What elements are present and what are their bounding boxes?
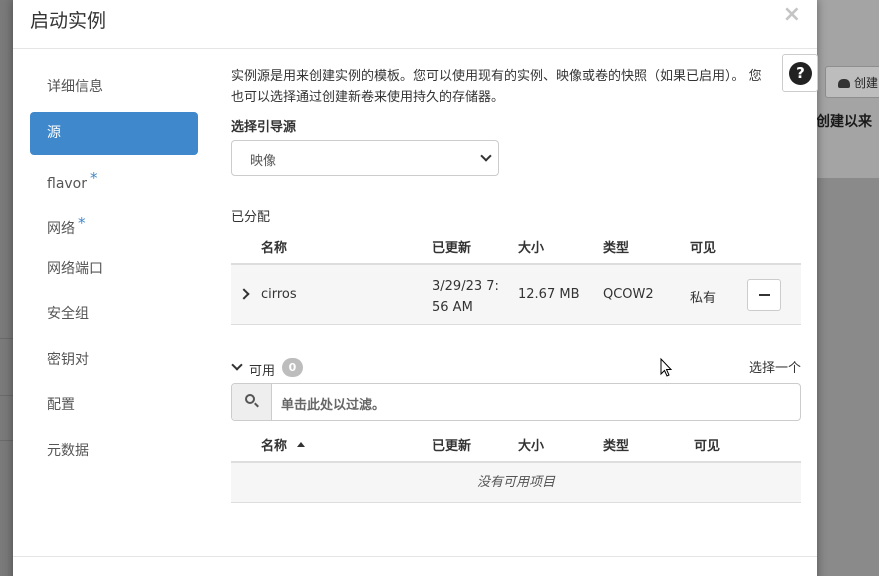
close-icon[interactable]: × [783, 2, 801, 27]
chevron-right-icon[interactable] [238, 288, 250, 300]
source-panel: 实例源是用来创建实例的模板。您可以使用现有的实例、映像或卷的快照（如果已启用）。… [231, 66, 801, 503]
modal-title: 启动实例 [30, 10, 107, 32]
background-text: 创建以来 [816, 114, 872, 130]
minus-icon [759, 294, 770, 296]
col-updated: 已更新 [432, 241, 472, 256]
col-name-sortable[interactable]: 名称 [261, 435, 306, 454]
row-updated: 3/29/23 7: 56 AM [432, 279, 499, 315]
col-type: 类型 [603, 439, 630, 454]
wizard-nav: 详细信息 源 flavor * 网络 * 网络端口 安全组 密钥对 配置 元数据 [30, 66, 198, 475]
boot-source-label: 选择引导源 [231, 120, 297, 135]
row-type: QCOW2 [603, 287, 654, 302]
nav-item-security-groups[interactable]: 安全组 [30, 293, 198, 339]
nav-item-flavor[interactable]: flavor * [30, 157, 198, 203]
chevron-down-icon[interactable] [231, 359, 243, 371]
available-label[interactable]: 可用 [249, 360, 275, 379]
search-addon [232, 384, 272, 420]
source-description: 实例源是用来创建实例的模板。您可以使用现有的实例、映像或卷的快照（如果已启用）。… [231, 69, 762, 105]
chevron-down-icon [480, 150, 492, 162]
filter-input[interactable]: 单击此处以过滤。 [231, 383, 801, 421]
row-visibility: 私有 [690, 291, 717, 306]
modal-header: 启动实例 × [13, 0, 817, 49]
select-one-text: 选择一个 [748, 361, 801, 376]
available-header: 可用 0 选择一个 [231, 357, 801, 383]
nav-item-configuration[interactable]: 配置 [30, 384, 198, 430]
col-size: 大小 [518, 439, 545, 454]
available-table-header: 名称 已更新 大小 类型 可见 [231, 423, 801, 463]
empty-message: 没有可用项目 [231, 463, 801, 503]
col-size: 大小 [518, 241, 545, 256]
allocated-label: 已分配 [231, 210, 271, 225]
allocated-table-header: 名称 已更新 大小 类型 可见 [231, 225, 801, 265]
nav-item-metadata[interactable]: 元数据 [30, 430, 198, 476]
allocated-table: 名称 已更新 大小 类型 可见 cirros 3/29/23 7: 56 AM 1… [231, 225, 801, 325]
deallocate-button[interactable] [747, 279, 781, 311]
background-create-button: 创建 [825, 66, 879, 98]
row-name: cirros [261, 287, 297, 302]
col-visibility: 可见 [690, 241, 717, 256]
required-mark: * [90, 168, 98, 187]
required-mark: * [78, 214, 86, 232]
col-visibility: 可见 [694, 439, 721, 454]
col-name: 名称 [261, 241, 288, 256]
nav-item-details[interactable]: 详细信息 [30, 66, 198, 112]
available-count-badge: 0 [282, 358, 303, 377]
launch-instance-modal: 启动实例 × 详细信息 源 flavor * 网络 * 网络端口 安全组 密钥对 配… [13, 0, 818, 576]
col-type: 类型 [603, 241, 630, 256]
nav-item-network[interactable]: 网络 * [30, 202, 198, 248]
modal-footer-divider [13, 556, 817, 557]
row-size: 12.67 MB [518, 287, 580, 302]
nav-item-source[interactable]: 源 [30, 111, 198, 155]
nav-item-network-ports[interactable]: 网络端口 [30, 248, 198, 294]
sort-up-icon [297, 442, 306, 447]
cloud-upload-icon [838, 79, 850, 88]
nav-item-key-pair[interactable]: 密钥对 [30, 339, 198, 385]
filter-placeholder: 单击此处以过滤。 [281, 398, 386, 413]
mouse-cursor-icon [660, 357, 673, 377]
available-table: 名称 已更新 大小 类型 可见 没有可用项目 [231, 423, 801, 503]
table-row: cirros 3/29/23 7: 56 AM 12.67 MB QCOW2 私有 [231, 265, 801, 325]
backdrop-left [0, 0, 13, 576]
col-updated: 已更新 [432, 439, 472, 454]
boot-source-select[interactable]: 映像 [231, 140, 499, 176]
